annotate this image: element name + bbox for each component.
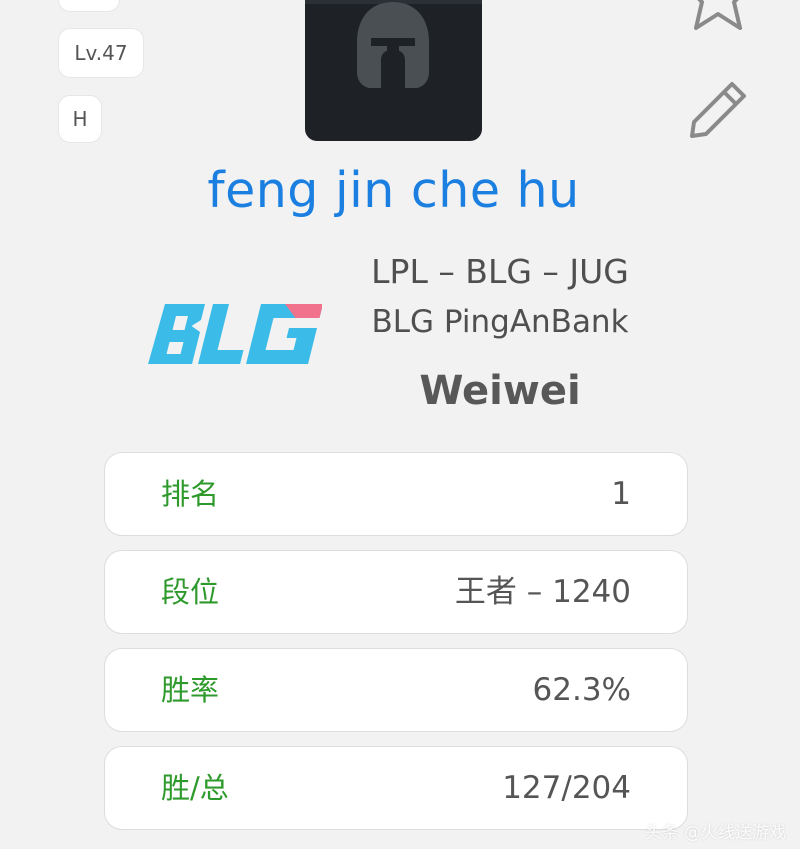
team-logo xyxy=(148,304,322,364)
level-badge: Lv.47 xyxy=(58,28,144,78)
pencil-icon[interactable] xyxy=(686,78,750,142)
stat-value: 1 xyxy=(611,476,631,512)
player-name: feng jin che hu xyxy=(207,162,580,219)
stat-label: 段位 xyxy=(161,575,220,609)
stat-card-win-total: 胜/总 127/204 xyxy=(104,746,688,830)
stat-label: 胜/总 xyxy=(161,771,229,805)
stat-card-rank: 排名 1 xyxy=(104,452,688,536)
watermark: 头条 @火线送游戏 xyxy=(644,823,786,843)
stat-label: 胜率 xyxy=(161,673,220,707)
rank-letter-badge: H xyxy=(58,95,102,143)
stat-value: 127/204 xyxy=(502,770,631,806)
stat-card-win-rate: 胜率 62.3% xyxy=(104,648,688,732)
star-icon[interactable] xyxy=(682,0,754,40)
league-team-position: LPL – BLG – JUG xyxy=(371,252,629,291)
team-name: BLG PingAnBank xyxy=(371,304,629,340)
stat-card-tier: 段位 王者 – 1240 xyxy=(104,550,688,634)
avatar[interactable] xyxy=(305,0,482,141)
stat-label: 排名 xyxy=(161,477,220,511)
spartan-helmet-icon xyxy=(357,2,429,88)
stat-value: 62.3% xyxy=(532,672,631,708)
stat-value: 王者 – 1240 xyxy=(454,574,631,610)
player-real-name: Weiwei xyxy=(419,368,581,414)
profile-badge-top xyxy=(58,0,120,12)
